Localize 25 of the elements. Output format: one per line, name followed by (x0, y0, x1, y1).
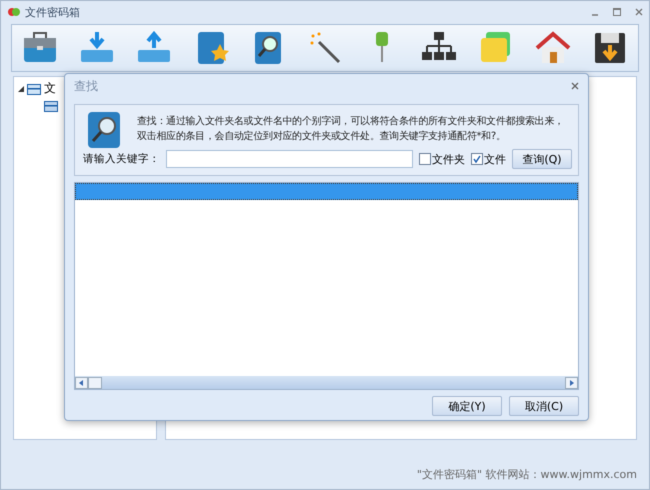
expander-icon[interactable] (18, 86, 24, 92)
checkmark-icon (472, 155, 481, 163)
ok-button[interactable]: 确定(Y) (432, 396, 502, 416)
app-logo-icon (7, 6, 21, 18)
keyword-label: 请输入关键字： (83, 152, 160, 166)
tree-item[interactable]: 文 (44, 80, 56, 97)
window-title: 文件密码箱 (25, 4, 80, 20)
cancel-button[interactable]: 取消(C) (509, 396, 579, 416)
scroll-right-icon (565, 376, 578, 388)
close-icon[interactable] (635, 8, 643, 16)
dialog-title: 查找 (74, 78, 98, 94)
maximize-icon[interactable] (613, 8, 621, 16)
search-button[interactable]: 查询(Q) (512, 149, 572, 169)
checkbox[interactable]: 文件 (470, 152, 506, 166)
scroll-left-icon (75, 376, 88, 388)
folder-icon (44, 100, 58, 112)
description-text: 查找：通过输入文件夹名或文件名中的个别字词，可以将符合条件的所有文件夹和文件都搜索出来，双击相应的条目，会自动定位到对应的文件夹或文件处。查询关键字支持通配符*和?。 (137, 114, 565, 144)
website-text: "文件密码箱" 软件网站：www.wjmmx.com (416, 466, 637, 482)
close-icon[interactable] (571, 82, 579, 90)
horizontal-scrollbar[interactable] (75, 376, 578, 389)
scroll-thumb[interactable] (88, 376, 102, 388)
result-row[interactable] (75, 183, 578, 200)
checkbox[interactable]: 文件夹 (418, 152, 465, 166)
briefcase-folder-icon (27, 82, 41, 94)
keyword-field[interactable] (166, 150, 413, 168)
